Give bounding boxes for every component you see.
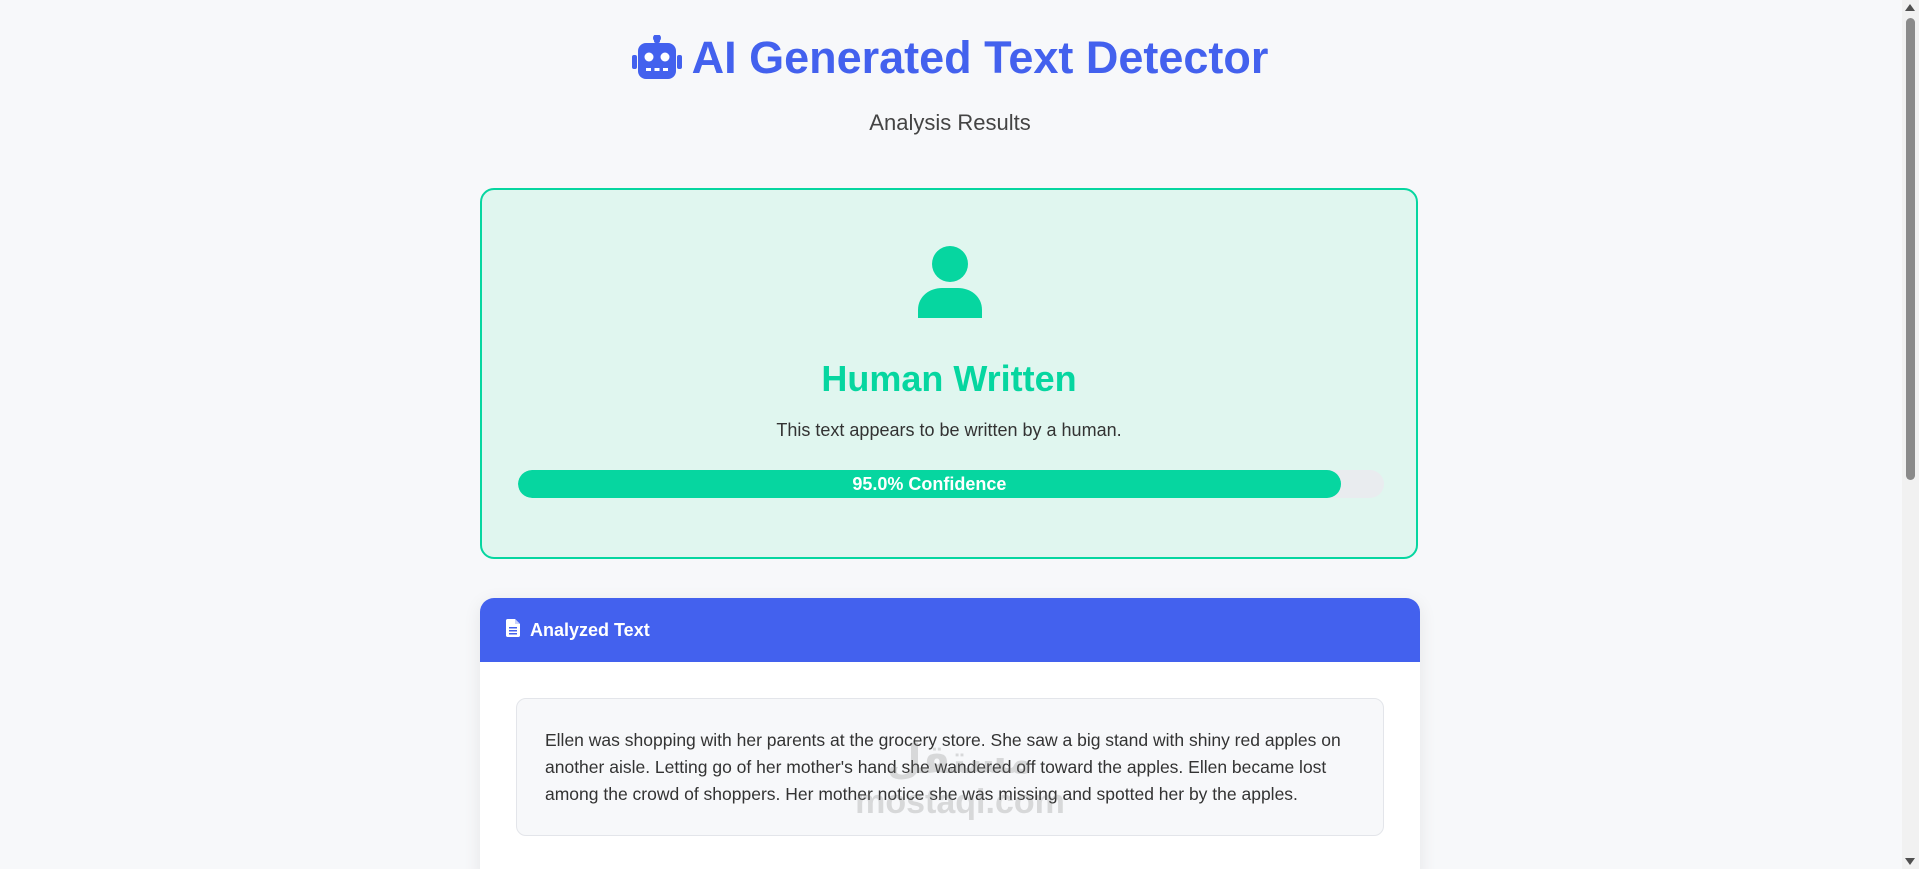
result-description: This text appears to be written by a hum… xyxy=(776,420,1122,440)
page: AI Generated Text Detector Analysis Resu… xyxy=(0,0,1919,869)
scroll-down-arrow-icon[interactable] xyxy=(1905,858,1915,865)
scrollbar-thumb[interactable] xyxy=(1906,18,1915,480)
user-icon xyxy=(918,246,982,323)
title-row: AI Generated Text Detector xyxy=(631,28,1269,88)
confidence-progress-bar: 95.0% Confidence xyxy=(518,470,1384,498)
analyzed-text-header: Analyzed Text xyxy=(480,598,1420,662)
analyzed-text-card: Analyzed Text Ellen was shopping with he… xyxy=(480,598,1420,869)
page-title: AI Generated Text Detector xyxy=(691,32,1269,83)
vertical-scrollbar[interactable] xyxy=(1902,0,1919,869)
analyzed-text-header-label: Analyzed Text xyxy=(530,619,650,640)
page-subtitle: Analysis Results xyxy=(869,110,1031,135)
page-header: AI Generated Text Detector Analysis Resu… xyxy=(0,28,1900,136)
robot-icon xyxy=(631,35,682,81)
result-card: Human Written This text appears to be wr… xyxy=(480,188,1418,559)
result-label: Human Written xyxy=(821,358,1077,399)
confidence-progress-fill: 95.0% Confidence xyxy=(518,470,1341,498)
analyzed-text-body: Ellen was shopping with her parents at t… xyxy=(516,698,1384,836)
file-icon xyxy=(506,618,520,642)
scroll-up-arrow-icon[interactable] xyxy=(1905,4,1915,11)
